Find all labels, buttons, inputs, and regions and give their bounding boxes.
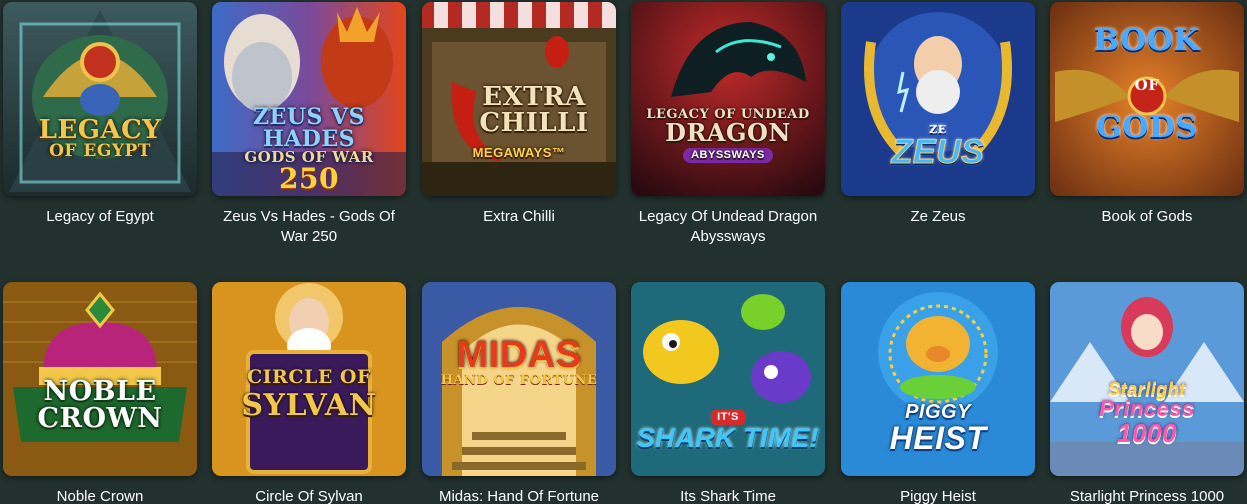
game-thumbnail[interactable]: IT'S SHARK TIME! [631,282,825,476]
game-title[interactable]: Noble Crown [3,487,197,504]
game-title[interactable]: Book of Gods [1050,207,1244,227]
game-card-piggy-heist[interactable]: PIGGY HEIST Piggy Heist [841,282,1035,504]
game-title[interactable]: Starlight Princess 1000 [1050,487,1244,504]
game-logo: PIGGY HEIST [889,401,987,456]
game-card-noble-crown[interactable]: NOBLE CROWN Noble Crown [3,282,197,504]
game-thumbnail[interactable]: MIDAS HAND OF FORTUNE [422,282,616,476]
game-logo: ZEUS VS HADES GODS OF WAR 250 [244,104,374,195]
game-thumbnail[interactable]: LEGACY OF UNDEAD DRAGON ABYSSWAYS [631,2,825,196]
game-card-ze-zeus[interactable]: ZE ZEUS Ze Zeus [841,2,1035,227]
game-logo: MIDAS HAND OF FORTUNE [440,334,598,388]
game-thumbnail[interactable]: CIRCLE OF SYLVAN [212,282,406,476]
game-thumbnail[interactable]: Starlight Princess 1000 [1050,282,1244,476]
game-title[interactable]: Legacy of Egypt [3,207,197,227]
egypt-art-image [3,2,197,196]
game-logo: NOBLE CROWN [37,376,163,434]
game-logo: Starlight Princess 1000 [1099,379,1195,448]
game-title[interactable]: Zeus Vs Hades - Gods Of War 250 [212,207,406,247]
game-grid: LEGACY OF EGYPT Legacy of Egypt ZEUS VS … [0,0,1247,504]
game-logo: LEGACY OF EGYPT [38,115,162,161]
game-title[interactable]: Legacy Of Undead Dragon Abyssways [631,207,825,247]
game-title[interactable]: Circle Of Sylvan [212,487,406,504]
game-logo: EXTRA CHILLI MEGAWAYS™ [472,82,589,160]
game-logo: BOOK OF GODS [1093,23,1201,145]
game-card-zeus-vs-hades[interactable]: ZEUS VS HADES GODS OF WAR 250 Zeus Vs Ha… [212,2,406,247]
game-card-circle-of-sylvan[interactable]: CIRCLE OF SYLVAN Circle Of Sylvan [212,282,406,504]
game-thumbnail[interactable]: ZEUS VS HADES GODS OF WAR 250 [212,2,406,196]
game-card-legacy-of-egypt[interactable]: LEGACY OF EGYPT Legacy of Egypt [3,2,197,227]
game-logo: LEGACY OF UNDEAD DRAGON ABYSSWAYS [646,107,810,163]
game-logo: ZE ZEUS [891,123,985,171]
game-card-midas[interactable]: MIDAS HAND OF FORTUNE Midas: Hand Of For… [422,282,616,504]
game-title[interactable]: Piggy Heist [841,487,1035,504]
game-card-extra-chilli[interactable]: EXTRA CHILLI MEGAWAYS™ Extra Chilli [422,2,616,227]
game-thumbnail[interactable]: ZE ZEUS [841,2,1035,196]
game-logo: IT'S SHARK TIME! [636,410,820,453]
game-thumbnail[interactable]: PIGGY HEIST [841,282,1035,476]
game-title[interactable]: Extra Chilli [422,207,616,227]
game-thumbnail[interactable]: LEGACY OF EGYPT [3,2,197,196]
game-title[interactable]: Its Shark Time [631,487,825,504]
game-card-its-shark-time[interactable]: IT'S SHARK TIME! Its Shark Time [631,282,825,504]
game-title[interactable]: Midas: Hand Of Fortune [422,487,616,504]
dragon-art-image [631,2,825,196]
game-card-starlight-princess-1000[interactable]: Starlight Princess 1000 Starlight Prince… [1050,282,1244,504]
game-card-legacy-of-undead-dragon[interactable]: LEGACY OF UNDEAD DRAGON ABYSSWAYS Legacy… [631,2,825,247]
game-thumbnail[interactable]: NOBLE CROWN [3,282,197,476]
game-thumbnail[interactable]: EXTRA CHILLI MEGAWAYS™ [422,2,616,196]
game-title[interactable]: Ze Zeus [841,207,1035,227]
game-card-book-of-gods[interactable]: BOOK OF GODS Book of Gods [1050,2,1244,227]
game-thumbnail[interactable]: BOOK OF GODS [1050,2,1244,196]
game-logo: CIRCLE OF SYLVAN [241,366,377,423]
